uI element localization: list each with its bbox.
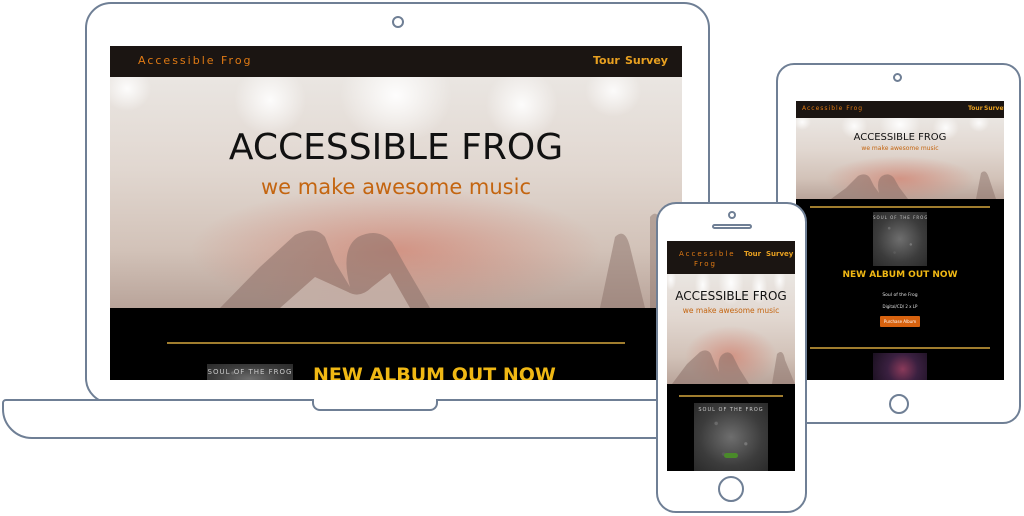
tablet-album-cover-image: SOUL OF THE FROG: [873, 212, 927, 266]
tablet-nav-survey[interactable]: Survey: [984, 105, 1004, 112]
tablet-tour-image: [873, 353, 927, 380]
tablet-purchase-button[interactable]: Purchase Album: [880, 316, 920, 327]
album-cover-text: SOUL OF THE FROG: [207, 368, 293, 376]
site-brand-link[interactable]: Accessible Frog: [138, 54, 253, 67]
tablet-album-formats: Digital/CD/ 2 x LP: [882, 304, 918, 309]
hero-tagline: we make awesome music: [261, 175, 531, 199]
tablet-album-cover-text: SOUL OF THE FROG: [873, 215, 927, 220]
tablet-hero-title: ACCESSIBLE FROG: [853, 132, 947, 143]
laptop-trackpad-notch: [312, 399, 438, 411]
hero-banner: ACCESSIBLE FROG we make awesome music: [110, 77, 682, 308]
nav-link-survey[interactable]: Survey: [625, 54, 668, 67]
tablet-nav-tour[interactable]: Tour: [968, 105, 983, 112]
phone-home-button-icon[interactable]: [718, 476, 744, 502]
laptop-camera-icon: [392, 16, 404, 28]
phone-brand-line1[interactable]: Accessible: [679, 250, 736, 258]
phone-album-cover-image: SOUL OF THE FROG: [694, 403, 768, 471]
phone-camera-icon: [728, 211, 736, 219]
tablet-hero-tagline: we make awesome music: [861, 145, 939, 152]
site-navbar: Accessible Frog Tour Survey: [110, 46, 682, 77]
section-divider: [167, 342, 625, 344]
phone-nav-survey[interactable]: Survey: [766, 250, 793, 258]
tablet-camera-icon: [893, 73, 902, 82]
tablet-home-button-icon[interactable]: [889, 394, 909, 414]
phone-album-cover-text: SOUL OF THE FROG: [698, 407, 764, 413]
phone-hero-title: ACCESSIBLE FROG: [675, 289, 787, 303]
phone-screen: Accessible Frog Tour Survey ACCESSIBLE F…: [667, 241, 795, 471]
hero-title: ACCESSIBLE FROG: [228, 127, 564, 168]
album-cover-image: SOUL OF THE FROG: [207, 364, 293, 380]
phone-nav-tour[interactable]: Tour: [744, 250, 761, 258]
phone-brand-line2[interactable]: Frog: [694, 260, 717, 268]
tablet-hands-image: [831, 171, 996, 199]
tablet-divider: [810, 206, 990, 208]
tablet-divider-2: [810, 347, 990, 349]
album-heading: NEW ALBUM OUT NOW: [313, 364, 556, 380]
tablet-brand-link[interactable]: Accessible Frog: [802, 105, 863, 112]
nav-link-tour[interactable]: Tour: [593, 54, 620, 67]
tablet-album-heading: NEW ALBUM OUT NOW: [842, 270, 958, 280]
phone-navbar: Accessible Frog Tour Survey: [667, 241, 795, 274]
phone-speaker-icon: [712, 224, 752, 229]
frog-figure: [724, 453, 738, 458]
tablet-screen: Accessible Frog Tour Survey ACCESSIBLE F…: [796, 101, 1004, 380]
tablet-hero-banner: ACCESSIBLE FROG we make awesome music: [796, 118, 1004, 199]
laptop-screen: Accessible Frog Tour Survey ACCESSIBLE F…: [110, 46, 682, 380]
tablet-album-name: Soul of the Frog: [882, 293, 918, 298]
phone-hero-banner: ACCESSIBLE FROG we make awesome music: [667, 274, 795, 384]
phone-hero-tagline: we make awesome music: [682, 306, 780, 315]
phone-divider: [679, 395, 783, 397]
tablet-navbar: Accessible Frog Tour Survey: [796, 101, 1004, 118]
